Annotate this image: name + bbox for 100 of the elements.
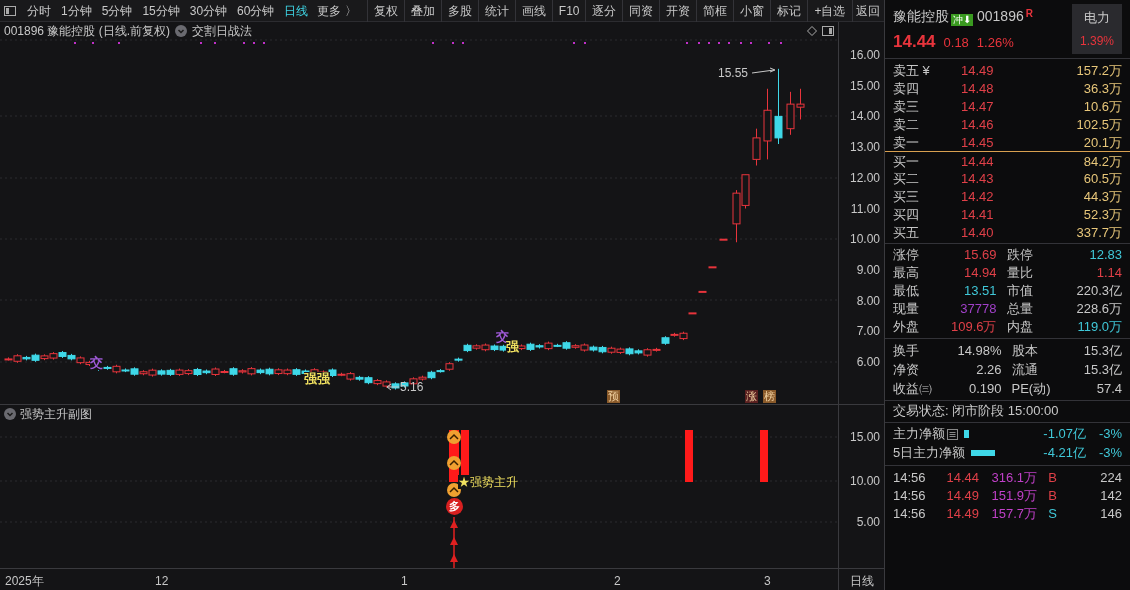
period-tab[interactable]: 60分钟: [236, 1, 276, 20]
stock-code: 001896: [977, 7, 1024, 26]
stat-value: 57.4: [1095, 379, 1122, 398]
flow-value: -1.07亿: [1042, 425, 1086, 444]
tick-price: 14.49: [945, 486, 979, 505]
stat-value: 109.6万: [949, 317, 997, 336]
toolbar-button[interactable]: 同资: [622, 0, 660, 22]
stat-label: 股本: [1011, 341, 1039, 360]
toolbar-button[interactable]: F10: [551, 0, 586, 22]
stat-label: 外盘: [893, 317, 920, 336]
tick-volume: 151.9万: [990, 486, 1037, 505]
period-tab[interactable]: 分时: [26, 1, 52, 20]
toolbar-button[interactable]: 返回: [851, 0, 884, 22]
stock-name: 豫能控股: [893, 7, 949, 26]
price-axis-label: 11.00: [850, 201, 880, 216]
order-volume: 102.5万: [1075, 115, 1122, 134]
toolbar-button[interactable]: 画线: [514, 0, 552, 22]
period-tab[interactable]: 30分钟: [188, 1, 229, 20]
stat-label: 换手: [893, 341, 920, 360]
period-tab[interactable]: 5分钟: [100, 1, 134, 20]
toolbar-button[interactable]: 统计: [477, 0, 515, 22]
marker-tag: 预: [607, 390, 620, 403]
value-axis-label: 15.00: [849, 430, 880, 444]
order-price: 14.44: [961, 152, 995, 171]
date-axis-label: 3: [764, 573, 771, 590]
marker-tag: 涨: [745, 390, 758, 403]
period-label: 日线: [838, 569, 884, 590]
order-level-label: 卖二: [893, 115, 920, 134]
period-tab[interactable]: 1分钟: [60, 1, 93, 20]
sub-chart-title: 强势主升副图: [20, 406, 92, 423]
stat-value: 220.3亿: [1075, 281, 1122, 300]
toolbar-button[interactable]: 多股: [440, 0, 478, 22]
order-volume: 157.2万: [1075, 61, 1122, 80]
marker-tag: 榜: [763, 390, 776, 403]
order-level-label: 卖五 ¥: [893, 61, 931, 80]
order-level-label: 买二: [893, 169, 920, 188]
value-axis-label: 10.00: [849, 474, 880, 488]
leader-line: [386, 383, 400, 391]
date-axis-label: 1: [401, 573, 408, 590]
toolbar-button[interactable]: 标记: [770, 0, 808, 22]
sector-button[interactable]: 电力 1.39%: [1072, 4, 1122, 54]
tick-side: S: [1047, 504, 1057, 523]
toolbar-button[interactable]: 叠加: [403, 0, 441, 22]
tick-count: 142: [1099, 486, 1122, 505]
order-volume: 44.3万: [1082, 187, 1122, 206]
stat-label: 最高: [893, 263, 920, 282]
flag-label: R: [1025, 7, 1033, 21]
price-axis-label: 16.00: [849, 48, 880, 62]
list-icon[interactable]: [947, 428, 958, 440]
stat-label: PE(动): [1011, 379, 1052, 398]
stat-value: 14.94: [962, 263, 997, 282]
toolbar-button[interactable]: 开资: [659, 0, 697, 22]
stat-value: 12.83: [1088, 245, 1122, 264]
stat-label: 收益㈢: [893, 379, 933, 398]
more-button[interactable]: 更多 〉: [317, 1, 357, 20]
price-change: 0.18: [943, 34, 969, 52]
price-axis-label: 6.00: [856, 355, 880, 369]
tick-side: B: [1047, 486, 1057, 505]
price-axis-label: 14.00: [849, 109, 880, 124]
toolbar-button[interactable]: 简框: [696, 0, 734, 22]
dropdown-icon[interactable]: [175, 25, 188, 37]
order-volume: 36.3万: [1082, 79, 1122, 98]
stat-value: 0.190: [967, 379, 1002, 398]
stat-value: 14.98%: [956, 341, 1002, 360]
chevron-up-icon: [447, 430, 461, 444]
stat-label: 跌停: [1006, 245, 1034, 264]
signal-marker: 强强: [304, 372, 330, 386]
toolbar-button[interactable]: 逐分: [585, 0, 623, 22]
signal-bar: [760, 430, 768, 482]
toolbar-button[interactable]: 小窗: [733, 0, 771, 22]
toolbar-button[interactable]: +自选: [807, 0, 852, 22]
stat-value: 37778: [959, 299, 997, 318]
price-axis-label: 7.00: [856, 324, 880, 339]
price-axis-label: 9.00: [856, 262, 880, 277]
order-level-label: 买一: [893, 152, 920, 171]
order-price: 14.42: [961, 187, 995, 206]
period-tab[interactable]: 日线: [283, 1, 310, 20]
order-volume: 337.7万: [1075, 223, 1122, 242]
stat-label: 市值: [1006, 281, 1034, 300]
panel-toggle-icon[interactable]: [4, 5, 16, 16]
low-price-label: 5.16: [400, 379, 424, 396]
period-tab[interactable]: 15分钟: [141, 1, 181, 20]
order-price: 14.47: [961, 97, 995, 116]
stat-value: 228.6万: [1075, 299, 1122, 318]
percent-change: 1.26%: [976, 34, 1014, 52]
date-axis-label: 12: [155, 573, 169, 590]
stat-label: 量比: [1006, 263, 1034, 282]
panel-toggle-icon[interactable]: [822, 26, 834, 36]
flow-percent: -3%: [1097, 425, 1122, 444]
dropdown-icon[interactable]: [4, 408, 16, 420]
trading-status: 交易状态: 闭市阶段 15:00:00: [893, 402, 1059, 421]
toolbar-button[interactable]: 复权: [366, 0, 404, 22]
diamond-icon[interactable]: [807, 26, 817, 36]
flow-bar: [964, 430, 969, 438]
flow-label: 5日主力净额: [893, 444, 966, 463]
order-volume: 10.6万: [1082, 97, 1122, 116]
tick-side: B: [1047, 468, 1057, 487]
tick-time: 14:56: [893, 468, 927, 487]
stat-value: 2.26: [975, 360, 1002, 379]
chevron-up-icon: [447, 456, 461, 470]
